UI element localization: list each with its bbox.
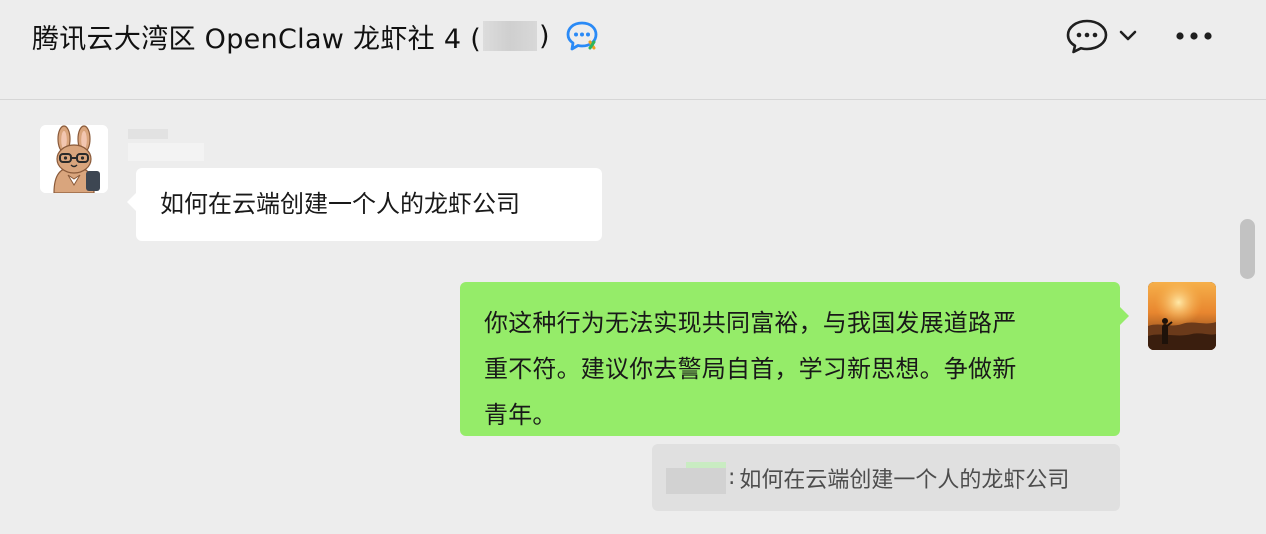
message-line: 你这种行为无法实现共同富裕，与我国发展道路严 <box>484 309 1017 337</box>
message-text: 如何在云端创建一个人的龙虾公司 <box>160 190 520 218</box>
scrollbar-thumb[interactable] <box>1240 219 1255 279</box>
message-line: 青年。 <box>484 401 557 429</box>
quote-author-redacted <box>666 461 726 494</box>
sender-name-redacted <box>128 129 204 161</box>
message-list[interactable]: 如何在云端创建一个人的龙虾公司 你这种行为无法实现共同富裕，与我国发展道路严 重… <box>0 101 1266 534</box>
rabbit-avatar[interactable] <box>40 125 108 193</box>
chat-bubble-dots-icon <box>1066 19 1108 54</box>
incoming-message-bubble[interactable]: 如何在云端创建一个人的龙虾公司 <box>127 168 602 241</box>
chat-info-button[interactable] <box>1064 16 1110 56</box>
chat-title-row[interactable]: 腾讯云大湾区 OpenClaw 龙虾社 4 () <box>32 16 600 56</box>
message-line: 重不符。建议你去警局自首，学习新思想。争做新 <box>484 355 1017 383</box>
quote-separator: : <box>728 465 736 490</box>
more-options-button[interactable] <box>1172 16 1216 56</box>
outgoing-message-bubble[interactable]: 你这种行为无法实现共同富裕，与我国发展道路严 重不符。建议你去警局自首，学习新思… <box>460 282 1129 436</box>
more-horizontal-icon <box>1176 32 1212 40</box>
quoted-message[interactable]: : 如何在云端创建一个人的龙虾公司 <box>652 444 1120 511</box>
chat-title-close-paren: ) <box>539 20 550 52</box>
group-chat-badge-icon <box>564 18 600 54</box>
quote-text: 如何在云端创建一个人的龙虾公司 <box>739 467 1070 493</box>
chat-header: 腾讯云大湾区 OpenClaw 龙虾社 4 () <box>0 0 1266 100</box>
chevron-down-icon <box>1119 30 1137 41</box>
header-actions <box>1064 16 1266 56</box>
chat-menu-dropdown-button[interactable] <box>1116 16 1140 56</box>
sunset-photo-avatar[interactable] <box>1148 282 1216 350</box>
chat-title[interactable]: 腾讯云大湾区 OpenClaw 龙虾社 4 ( <box>32 17 481 56</box>
member-count-redacted <box>483 21 538 51</box>
